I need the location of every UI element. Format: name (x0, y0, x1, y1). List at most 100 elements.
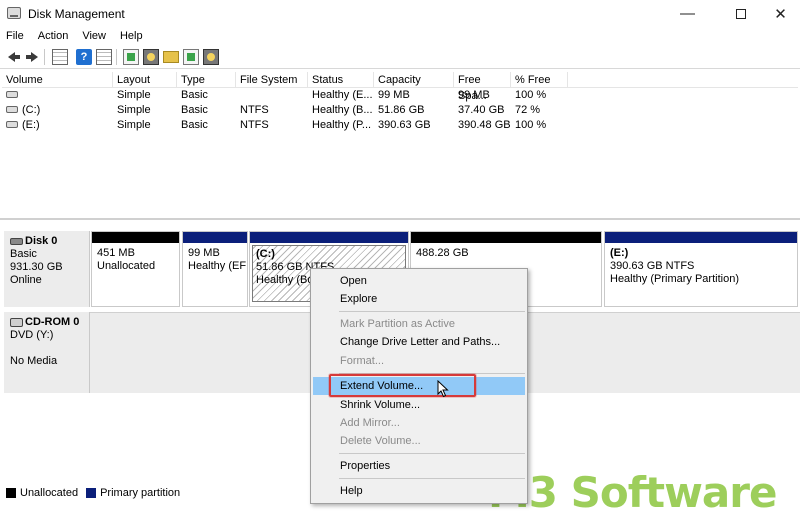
partition-size: 488.28 GB (416, 247, 469, 259)
volume-list-header: Volume Layout Type File System Status Ca… (2, 72, 798, 102)
cdrom-0-label[interactable]: CD-ROM 0 DVD (Y:) No Media (4, 312, 90, 393)
title-bar: Disk Management — ✕ (0, 0, 800, 27)
partition-bar (92, 232, 179, 243)
unallocated-swatch (6, 488, 16, 498)
free-cell: 37.40 GB (458, 104, 505, 116)
menu-item-delete-volume: Delete Volume... (340, 435, 421, 447)
back-arrow-icon[interactable] (6, 49, 22, 65)
capacity-cell: 99 MB (378, 89, 410, 101)
partition-bar (183, 232, 247, 243)
show-hide-pane-icon[interactable] (96, 49, 112, 65)
toolbar: ? (0, 45, 800, 69)
properties-grid-icon[interactable] (52, 49, 68, 65)
cdrom-0-type: DVD (Y:) (10, 329, 54, 341)
status-cell: Healthy (B... (312, 104, 373, 116)
toolbar-separator (44, 49, 45, 65)
free-cell: 390.48 GB (458, 119, 511, 131)
partition-bar (250, 232, 408, 243)
disk-management-app-icon (7, 7, 21, 19)
volume-cell: (E:) (2, 118, 113, 133)
percent-cell: 100 % (515, 89, 547, 101)
menu-bar: File Action View Help (0, 27, 800, 45)
col-layout[interactable]: Layout (113, 72, 177, 88)
col-type[interactable]: Type (177, 72, 236, 88)
menu-file[interactable]: File (6, 30, 24, 42)
capacity-cell: 51.86 GB (378, 104, 425, 116)
disk-0-label[interactable]: Disk 0 Basic 931.30 GB Online (4, 231, 90, 307)
drive-icon (6, 90, 18, 98)
col-status[interactable]: Status (308, 72, 374, 88)
menu-action[interactable]: Action (38, 30, 69, 42)
menu-view[interactable]: View (82, 30, 106, 42)
volume-cell: (C:) (2, 103, 113, 118)
cdrom-0-media: No Media (10, 355, 58, 367)
mouse-cursor-icon (437, 380, 449, 398)
partition-size: 390.63 GB NTFS (610, 260, 695, 272)
primary-partition-swatch (86, 488, 97, 498)
legend-primary: Primary partition (100, 487, 181, 499)
partition-unallocated-451mb[interactable]: 451 MB Unallocated (91, 231, 180, 307)
open-folder-icon[interactable] (163, 51, 179, 63)
col-percent-free[interactable]: % Free (511, 72, 568, 88)
col-capacity[interactable]: Capacity (374, 72, 454, 88)
minimize-icon: — (680, 5, 695, 22)
type-cell: Basic (181, 89, 208, 101)
cd-rom-icon (10, 317, 23, 327)
help-icon[interactable]: ? (76, 49, 92, 65)
menu-item-format: Format... (340, 355, 385, 367)
volume-list: Volume Layout Type File System Status Ca… (2, 72, 798, 133)
disk-0-state: Online (10, 274, 42, 286)
type-cell: Basic (181, 104, 208, 116)
type-cell: Basic (181, 119, 208, 131)
menu-separator (339, 453, 525, 454)
close-icon: ✕ (774, 5, 787, 23)
partition-size: 99 MB (188, 247, 220, 259)
menu-separator (339, 311, 525, 312)
table-row[interactable]: (C:) Simple Basic NTFS Healthy (B... 51.… (2, 103, 798, 118)
menu-item-shrink-volume[interactable]: Shrink Volume... (313, 396, 525, 414)
disk-0-type: Basic (10, 248, 37, 260)
status-cell: Healthy (P... (312, 119, 372, 131)
status-cell: Healthy (E... (312, 89, 373, 101)
volume-cell (2, 88, 113, 103)
menu-help[interactable]: Help (120, 30, 143, 42)
partition-efi[interactable]: 99 MB Healthy (EFI (182, 231, 248, 307)
disk-icon[interactable] (203, 49, 219, 65)
window-title: Disk Management (28, 7, 125, 21)
maximize-button[interactable] (718, 0, 763, 27)
maximize-icon (735, 8, 746, 19)
m3-software-watermark: M3 Software (488, 468, 777, 517)
menu-item-properties[interactable]: Properties (313, 457, 525, 475)
menu-item-explore[interactable]: Explore (313, 290, 525, 308)
menu-item-mark-active: Mark Partition as Active (340, 318, 455, 330)
partition-desc: Healthy (EFI (188, 260, 247, 272)
col-file-system[interactable]: File System (236, 72, 308, 88)
percent-cell: 72 % (515, 104, 541, 116)
menu-item-help[interactable]: Help (313, 482, 525, 500)
table-row[interactable]: Simple Basic Healthy (E... 99 MB 99 MB 1… (2, 88, 798, 103)
menu-item-change-drive-letter[interactable]: Change Drive Letter and Paths... (313, 333, 525, 351)
drive-icon (6, 120, 18, 128)
hard-disk-icon (10, 237, 23, 245)
layout-cell: Simple (117, 104, 151, 116)
capacity-cell: 390.63 GB (378, 119, 431, 131)
close-button[interactable]: ✕ (758, 0, 800, 27)
toolbar-separator (116, 49, 117, 65)
partition-bar (605, 232, 797, 243)
layout-cell: Simple (117, 119, 151, 131)
minimize-button[interactable]: — (665, 0, 710, 27)
extend-volume-highlight-box (329, 374, 476, 397)
col-free-space[interactable]: Free Spa... (454, 72, 511, 102)
menu-item-open[interactable]: Open (313, 272, 525, 290)
forward-arrow-icon[interactable] (24, 49, 40, 65)
checklist-icon[interactable] (183, 49, 199, 65)
settings-icon[interactable] (143, 49, 159, 65)
fs-cell: NTFS (240, 119, 269, 131)
partition-bar (411, 232, 601, 243)
partition-e-drive[interactable]: (E:) 390.63 GB NTFS Healthy (Primary Par… (604, 231, 798, 307)
table-row[interactable]: (E:) Simple Basic NTFS Healthy (P... 390… (2, 118, 798, 133)
legend-unallocated: Unallocated (20, 487, 79, 499)
col-volume[interactable]: Volume (2, 72, 113, 88)
refresh-icon[interactable] (123, 49, 139, 65)
fs-cell (236, 88, 308, 103)
